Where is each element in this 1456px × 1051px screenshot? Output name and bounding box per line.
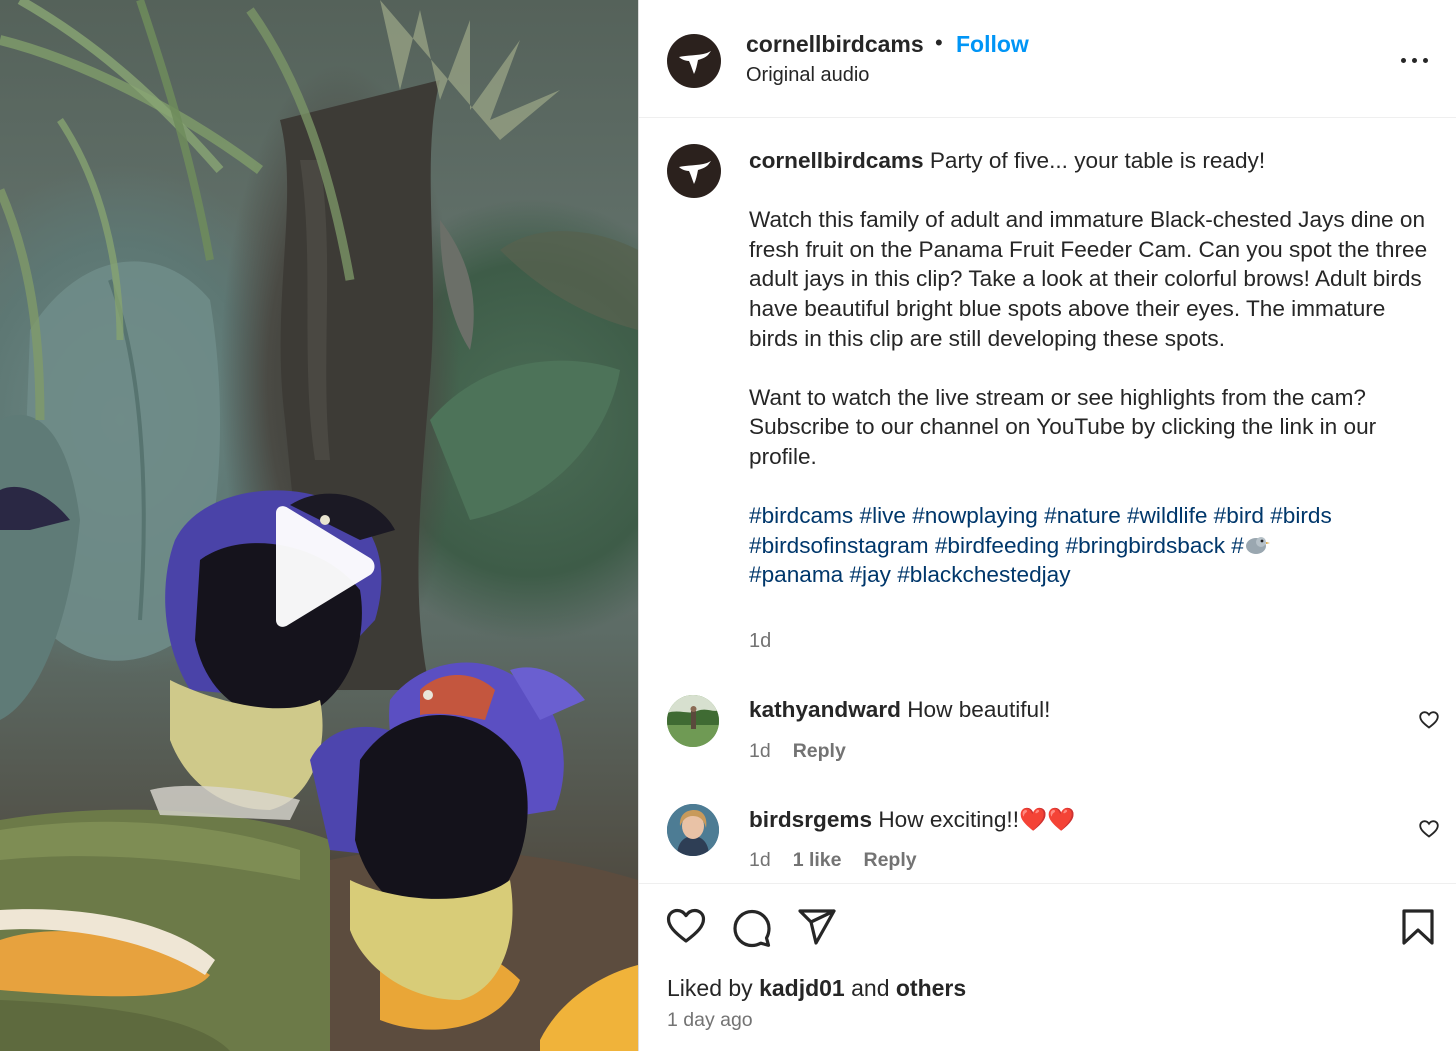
play-icon[interactable] <box>262 505 382 630</box>
liked-by-others[interactable]: others <box>896 975 966 1001</box>
hashtags-line-1[interactable]: #birdcams #live #nowplaying #nature #wil… <box>749 501 1429 531</box>
caption-paragraph-2: Want to watch the live stream or see hig… <box>749 384 1377 469</box>
post-caption: cornellbirdcams Party of five... your ta… <box>749 146 1429 590</box>
post-timestamp: 1 day ago <box>667 1009 753 1031</box>
comment-body: How exciting!! <box>872 807 1019 832</box>
post-actions-bar: Liked by kadjd01 and others 1 day ago <box>639 883 1456 1051</box>
comment-like-heart-icon[interactable] <box>1419 711 1439 729</box>
caption-avatar[interactable] <box>667 144 721 198</box>
comment-icon[interactable] <box>732 908 772 948</box>
hashtags-line-2[interactable]: #birdsofinstagram #birdfeeding #bringbir… <box>749 533 1244 558</box>
liked-by-summary[interactable]: Liked by kadjd01 and others <box>667 975 966 1002</box>
more-options-icon[interactable] <box>1401 58 1429 64</box>
comment-time: 1d <box>749 740 771 762</box>
comment-username[interactable]: kathyandward <box>749 697 901 722</box>
bird-emoji-icon <box>1245 536 1270 554</box>
heart-icon[interactable] <box>666 908 706 944</box>
comment-avatar[interactable] <box>667 804 719 856</box>
comment-body: How beautiful! <box>900 697 1051 722</box>
reply-button[interactable]: Reply <box>864 849 917 871</box>
post-video[interactable] <box>0 0 638 1051</box>
comment-likes-count[interactable]: 1 like <box>793 849 842 871</box>
reply-button[interactable]: Reply <box>793 740 846 762</box>
comment-meta: 1d Reply <box>749 740 846 763</box>
audio-label[interactable]: Original audio <box>746 64 869 87</box>
comment-username[interactable]: birdsrgems <box>749 807 872 832</box>
person-photo-avatar <box>667 804 719 856</box>
liked-by-conjunction: and <box>844 975 896 1001</box>
liked-by-user[interactable]: kadjd01 <box>759 975 845 1001</box>
heart-emojis: ❤️❤️ <box>1018 807 1076 832</box>
caption-paragraph-1: Watch this family of adult and immature … <box>749 207 1428 351</box>
hummingbird-logo-icon <box>679 51 711 74</box>
comment-text: kathyandward How beautiful! <box>749 697 1050 723</box>
follow-button[interactable]: Follow <box>956 31 1029 58</box>
header-separator: • <box>935 30 943 55</box>
hummingbird-logo-icon <box>679 161 711 184</box>
comment-text: birdsrgems How exciting!!❤️❤️ <box>749 806 1075 833</box>
caption-timestamp: 1d <box>749 630 772 652</box>
share-icon[interactable] <box>797 908 837 946</box>
profile-avatar[interactable] <box>667 34 721 88</box>
liked-by-prefix: Liked by <box>667 975 760 1001</box>
comment-time: 1d <box>749 849 771 871</box>
caption-username[interactable]: cornellbirdcams <box>749 148 924 173</box>
garden-photo-avatar <box>667 695 719 747</box>
comment-meta: 1d 1 like Reply <box>749 849 917 872</box>
comment-avatar[interactable] <box>667 695 719 747</box>
post-header: cornellbirdcams • Follow Original audio <box>639 0 1456 118</box>
comment-like-heart-icon[interactable] <box>1419 820 1439 838</box>
post-details-panel: cornellbirdcams • Follow Original audio … <box>638 0 1456 1051</box>
hashtags-line-3[interactable]: #panama #jay #blackchestedjay <box>749 560 1429 590</box>
caption-lead: Party of five... your table is ready! <box>923 148 1266 173</box>
bookmark-icon[interactable] <box>1401 908 1435 946</box>
header-username[interactable]: cornellbirdcams <box>746 31 924 58</box>
